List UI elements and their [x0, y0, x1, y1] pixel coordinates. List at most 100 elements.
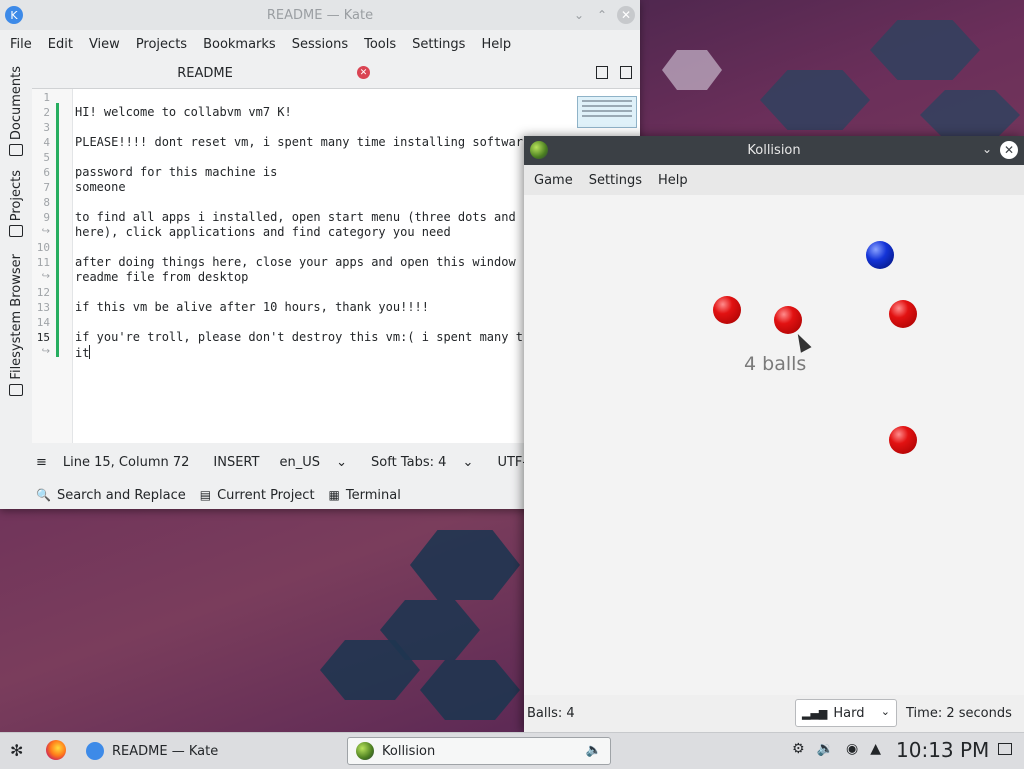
chevron-down-icon[interactable]: ⌄: [570, 6, 588, 24]
sidebar-tab-label: Documents: [8, 66, 24, 141]
terminal-icon: ▦: [328, 488, 340, 502]
chevron-down-icon: ⌄: [336, 454, 348, 470]
line-number: 12: [36, 286, 50, 299]
sidebar-tab-label: Projects: [8, 170, 24, 222]
document-text[interactable]: HI! welcome to collabvm vm7 K! PLEASE!!!…: [75, 89, 523, 369]
firefox-icon[interactable]: [46, 740, 66, 760]
volume-icon[interactable]: 🔉: [817, 741, 834, 757]
difficulty-value: Hard: [833, 705, 865, 721]
text-line: here), click applications and find categ…: [75, 225, 451, 239]
chevron-up-icon[interactable]: ▲: [870, 741, 881, 757]
toolview-bar: 🔍 Search and Replace ▤ Current Project ▦…: [36, 484, 415, 506]
toolview-label: Terminal: [345, 487, 401, 503]
text-line: HI! welcome to collabvm vm7 K!: [75, 105, 292, 119]
close-icon[interactable]: ✕: [357, 66, 370, 79]
menu-edit[interactable]: Edit: [40, 37, 81, 52]
menu-help[interactable]: Help: [473, 37, 519, 52]
text-line: password for this machine is: [75, 165, 278, 179]
minimap[interactable]: [577, 96, 637, 128]
toolview-search-replace[interactable]: 🔍 Search and Replace: [36, 488, 186, 503]
wallpaper-hexagon: [662, 50, 722, 90]
kate-app-icon[interactable]: K: [5, 6, 23, 24]
line-number: 5: [43, 151, 50, 164]
kdeconnect-icon[interactable]: ⚙: [792, 741, 805, 757]
cursor-position[interactable]: Line 15, Column 72: [63, 455, 190, 470]
folder-icon: [9, 383, 23, 396]
difficulty-select[interactable]: ▂▄▆ Hard ⌄: [795, 699, 897, 727]
menu-settings[interactable]: Settings: [404, 37, 473, 52]
menu-projects[interactable]: Projects: [128, 37, 195, 52]
task-kollision[interactable]: Kollision 🔈: [347, 737, 611, 765]
wallpaper-hexagon: [410, 530, 520, 600]
menu-game[interactable]: Game: [526, 173, 581, 188]
elapsed-time: Time: 2 seconds: [906, 706, 1012, 721]
kollision-app-icon: [356, 742, 374, 760]
chevron-down-icon: ⌄: [462, 454, 474, 470]
line-number-gutter: 1 2 3 4 5 6 7 8 9 ↪ 10 11 ↪ 12 13 14 15 …: [32, 89, 73, 443]
taskbar: ✻ README — Kate Kollision 🔈 ⚙ 🔉 ◉ ▲ 10:1…: [0, 732, 1024, 769]
menu-sessions[interactable]: Sessions: [284, 37, 356, 52]
toolview-current-project[interactable]: ▤ Current Project: [200, 488, 315, 503]
close-icon[interactable]: ✕: [617, 6, 635, 24]
close-icon[interactable]: ✕: [1000, 141, 1018, 159]
search-icon: 🔍: [36, 488, 51, 502]
hamburger-icon[interactable]: ≡: [36, 455, 47, 470]
sidebar-tab-documents[interactable]: Documents: [0, 66, 32, 157]
ball-blue[interactable]: [866, 241, 894, 269]
wallpaper-hexagon: [920, 90, 1020, 140]
kate-titlebar[interactable]: K README — Kate ⌄ ⌃ ✕: [0, 0, 640, 30]
text-line: if you're troll, please don't destroy th…: [75, 330, 523, 344]
game-field[interactable]: 4 balls: [524, 195, 1024, 695]
wallpaper-hexagon: [870, 20, 980, 80]
list-icon: ▤: [199, 488, 212, 502]
task-kate[interactable]: README — Kate: [86, 737, 218, 765]
line-number: 1: [43, 91, 50, 104]
chevron-down-icon[interactable]: ⌄: [982, 142, 992, 156]
menu-help[interactable]: Help: [650, 173, 696, 188]
input-mode[interactable]: INSERT: [213, 455, 259, 470]
line-number: 6: [43, 166, 50, 179]
tab-actions: [596, 66, 632, 79]
balls-message: 4 balls: [744, 353, 807, 375]
show-desktop-icon[interactable]: [998, 743, 1012, 755]
chevron-up-icon[interactable]: ⌃: [593, 6, 611, 24]
kollision-menubar: Game Settings Help: [524, 165, 1024, 195]
wallpaper-hexagon: [760, 70, 870, 130]
kollision-app-icon[interactable]: [530, 141, 548, 159]
kollision-window-title: Kollision: [747, 143, 801, 158]
kollision-window: Kollision ⌄ ✕ Game Settings Help 4 balls…: [524, 136, 1024, 732]
wrap-arrow-icon: ↪: [41, 271, 50, 282]
ball-red: [774, 306, 802, 334]
network-icon[interactable]: ◉: [846, 741, 858, 757]
line-number: 4: [43, 136, 50, 149]
kollision-titlebar[interactable]: Kollision ⌄ ✕: [524, 136, 1024, 165]
indent-value: Soft Tabs: 4: [371, 454, 447, 470]
line-number: 14: [36, 316, 50, 329]
line-number: 7: [43, 181, 50, 194]
split-view-icon[interactable]: [620, 66, 632, 79]
language-selector[interactable]: en_US ⌄: [279, 455, 359, 470]
kate-app-icon: [86, 742, 104, 760]
indent-selector[interactable]: Soft Tabs: 4 ⌄: [371, 455, 485, 470]
text-line: readme file from desktop: [75, 270, 249, 284]
app-launcher-icon[interactable]: ✻: [10, 741, 23, 760]
menu-settings[interactable]: Settings: [581, 173, 650, 188]
speaker-icon[interactable]: 🔈: [586, 743, 602, 758]
tab-readme[interactable]: README ✕: [32, 58, 378, 90]
menu-view[interactable]: View: [81, 37, 128, 52]
new-document-icon[interactable]: [596, 66, 608, 79]
toolview-label: Current Project: [217, 487, 315, 503]
menu-tools[interactable]: Tools: [356, 37, 404, 52]
kate-sidebar: Documents Projects Filesystem Browser: [0, 58, 32, 443]
text-cursor: [89, 345, 91, 359]
text-line: PLEASE!!!! dont reset vm, i spent many t…: [75, 135, 523, 149]
toolview-terminal[interactable]: ▦ Terminal: [329, 488, 401, 503]
sidebar-tab-projects[interactable]: Projects: [0, 170, 32, 238]
toolview-label: Search and Replace: [56, 487, 186, 503]
clock[interactable]: 10:13 PM: [896, 738, 989, 762]
line-number: 3: [43, 121, 50, 134]
menu-bookmarks[interactable]: Bookmarks: [195, 37, 284, 52]
menu-file[interactable]: File: [2, 37, 40, 52]
sidebar-tab-filesystem-browser[interactable]: Filesystem Browser: [0, 254, 32, 396]
text-line: to find all apps i installed, open start…: [75, 210, 523, 224]
